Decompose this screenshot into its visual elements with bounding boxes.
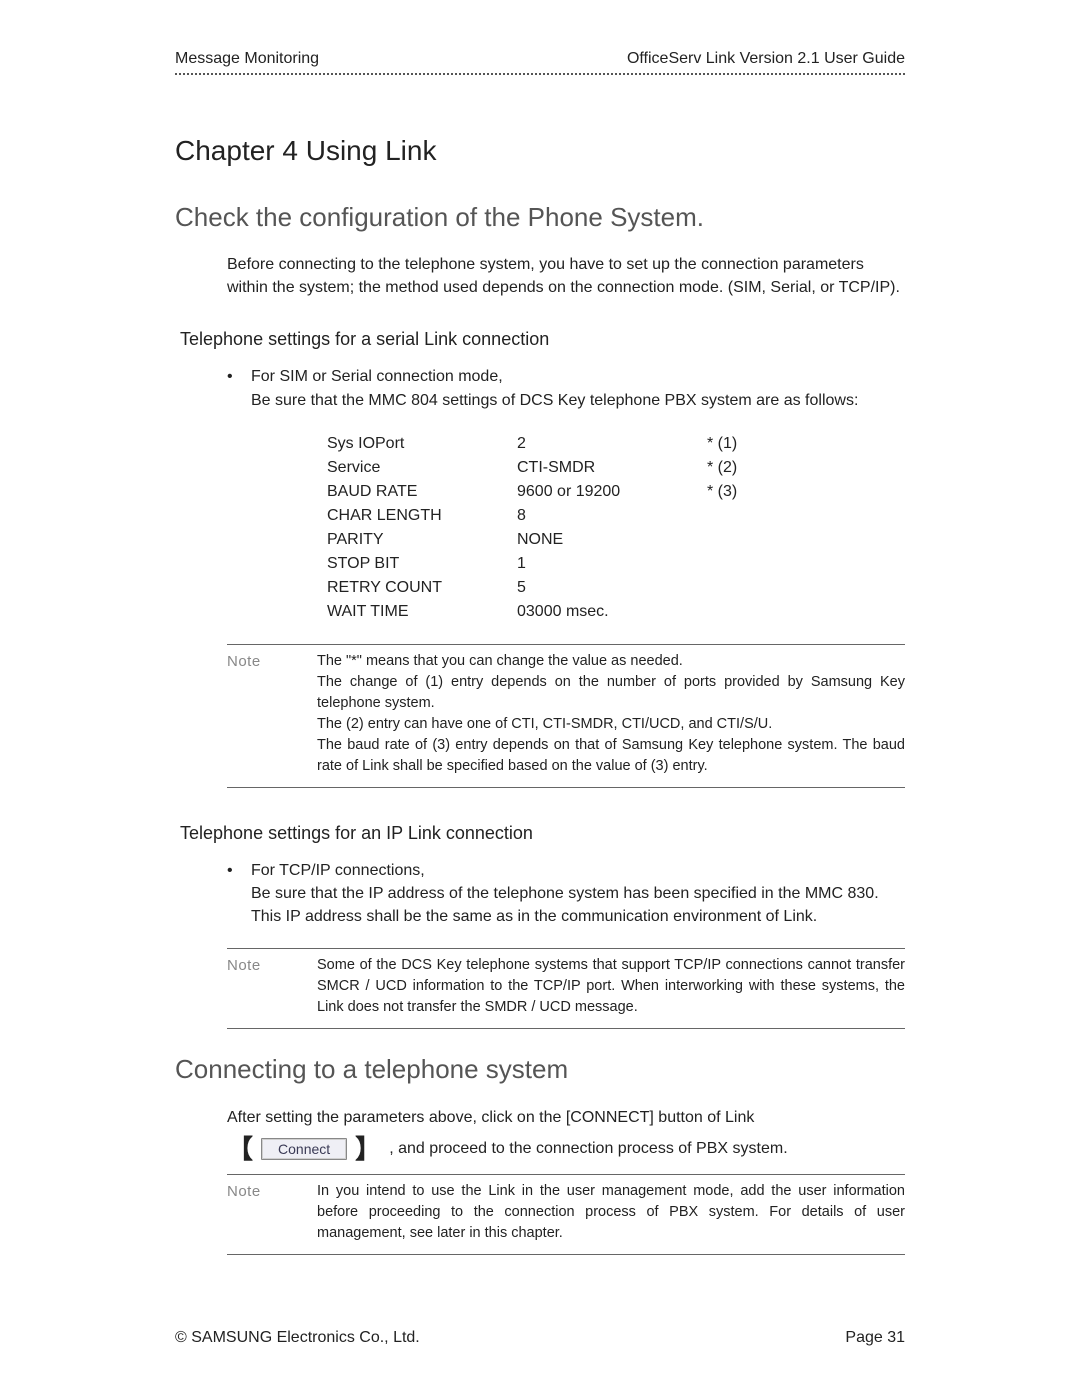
footer-right: Page 31 xyxy=(845,1329,905,1347)
subhead-ip: Telephone settings for an IP Link connec… xyxy=(180,823,905,844)
header-right: OfficeServ Link Version 2.1 User Guide xyxy=(627,50,905,68)
section-title-connecting: Connecting to a telephone system xyxy=(175,1054,905,1085)
table-row: RETRY COUNT 5 xyxy=(327,576,807,600)
setting-value: NONE xyxy=(517,528,707,552)
header-left: Message Monitoring xyxy=(175,50,319,68)
note-block-serial: Note The "*" means that you can change t… xyxy=(227,644,905,788)
setting-value: 5 xyxy=(517,576,707,600)
setting-mark xyxy=(707,504,807,528)
setting-mark: * (3) xyxy=(707,480,807,504)
ip-bullet-line2: Be sure that the IP address of the telep… xyxy=(251,885,879,925)
setting-name: STOP BIT xyxy=(327,552,517,576)
ip-bullet: For TCP/IP connections, Be sure that the… xyxy=(227,859,905,929)
subhead-serial: Telephone settings for a serial Link con… xyxy=(180,329,905,350)
setting-mark xyxy=(707,600,807,624)
section-title-config: Check the configuration of the Phone Sys… xyxy=(175,202,905,233)
table-row: STOP BIT 1 xyxy=(327,552,807,576)
setting-value: 03000 msec. xyxy=(517,600,707,624)
setting-mark: * (1) xyxy=(707,432,807,456)
setting-value: 1 xyxy=(517,552,707,576)
table-row: Sys IOPort 2 * (1) xyxy=(327,432,807,456)
serial-bullet-line2: Be sure that the MMC 804 settings of DCS… xyxy=(251,392,858,409)
note-label: Note xyxy=(227,955,287,1018)
table-row: PARITY NONE xyxy=(327,528,807,552)
chapter-title: Chapter 4 Using Link xyxy=(175,135,905,167)
setting-name: WAIT TIME xyxy=(327,600,517,624)
note-block-ip: Note Some of the DCS Key telephone syste… xyxy=(227,948,905,1029)
setting-value: 9600 or 19200 xyxy=(517,480,707,504)
setting-value: 2 xyxy=(517,432,707,456)
setting-name: Service xyxy=(327,456,517,480)
document-page: Message Monitoring OfficeServ Link Versi… xyxy=(0,0,1080,1397)
table-row: Service CTI-SMDR * (2) xyxy=(327,456,807,480)
section1-intro: Before connecting to the telephone syste… xyxy=(227,253,905,299)
connect-button-row: 【 Connect 】 , and proceed to the connect… xyxy=(227,1136,905,1162)
setting-name: Sys IOPort xyxy=(327,432,517,456)
note-text: In you intend to use the Link in the use… xyxy=(317,1181,905,1244)
setting-mark xyxy=(707,552,807,576)
connect-button[interactable]: Connect xyxy=(261,1138,347,1160)
serial-settings-table: Sys IOPort 2 * (1) Service CTI-SMDR * (2… xyxy=(327,432,807,624)
running-header: Message Monitoring OfficeServ Link Versi… xyxy=(175,50,905,75)
setting-name: PARITY xyxy=(327,528,517,552)
ip-bullet-block: For TCP/IP connections, Be sure that the… xyxy=(227,859,905,929)
ip-bullet-line1: For TCP/IP connections, xyxy=(251,862,425,879)
table-row: BAUD RATE 9600 or 19200 * (3) xyxy=(327,480,807,504)
footer-left: © SAMSUNG Electronics Co., Ltd. xyxy=(175,1329,420,1347)
setting-value: CTI-SMDR xyxy=(517,456,707,480)
left-bracket-icon: 【 xyxy=(227,1136,253,1162)
serial-bullet: For SIM or Serial connection mode, Be su… xyxy=(227,365,905,411)
setting-mark xyxy=(707,576,807,600)
setting-mark: * (2) xyxy=(707,456,807,480)
running-footer: © SAMSUNG Electronics Co., Ltd. Page 31 xyxy=(175,1329,905,1347)
note-block-connect: Note In you intend to use the Link in th… xyxy=(227,1174,905,1255)
setting-name: RETRY COUNT xyxy=(327,576,517,600)
right-bracket-icon: 】 xyxy=(355,1136,381,1162)
note-text: The "*" means that you can change the va… xyxy=(317,651,905,777)
setting-name: BAUD RATE xyxy=(327,480,517,504)
setting-value: 8 xyxy=(517,504,707,528)
connect-line2-tail: , and proceed to the connection process … xyxy=(389,1140,787,1158)
serial-bullet-line1: For SIM or Serial connection mode, xyxy=(251,368,503,385)
setting-mark xyxy=(707,528,807,552)
note-label: Note xyxy=(227,1181,287,1244)
table-row: CHAR LENGTH 8 xyxy=(327,504,807,528)
note-text: Some of the DCS Key telephone systems th… xyxy=(317,955,905,1018)
serial-bullet-block: For SIM or Serial connection mode, Be su… xyxy=(227,365,905,623)
note-label: Note xyxy=(227,651,287,777)
connect-line1: After setting the parameters above, clic… xyxy=(227,1105,905,1131)
table-row: WAIT TIME 03000 msec. xyxy=(327,600,807,624)
setting-name: CHAR LENGTH xyxy=(327,504,517,528)
